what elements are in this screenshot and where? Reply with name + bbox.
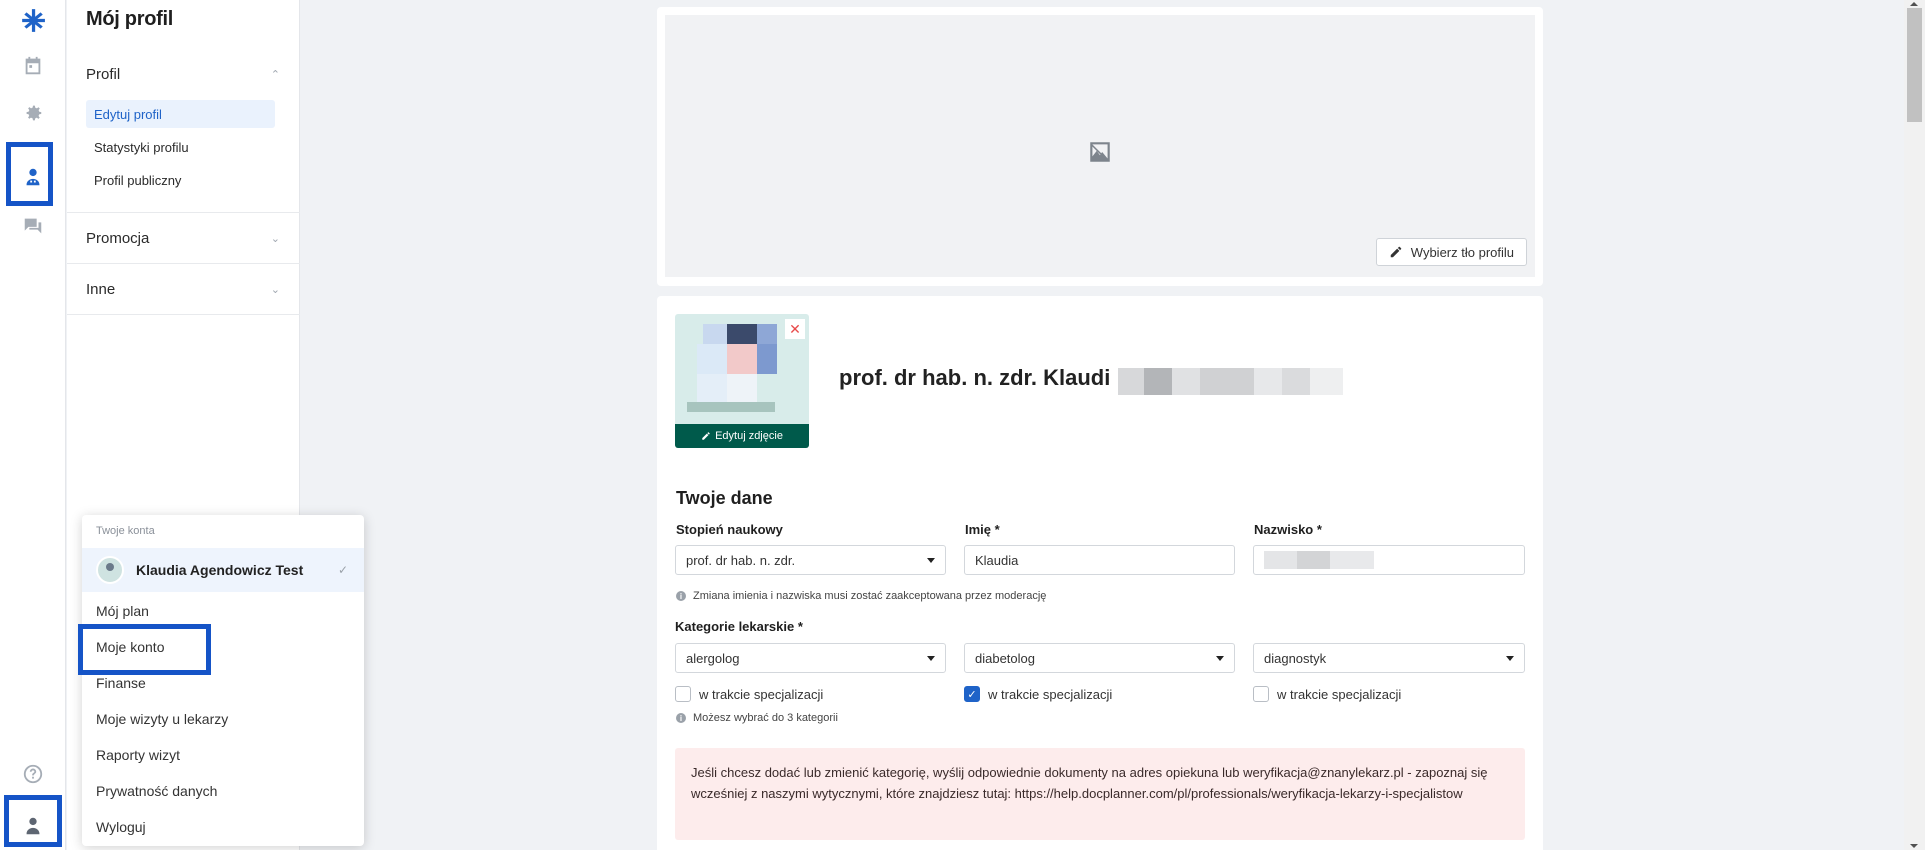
menu-item-my-plan[interactable]: Mój plan [96,603,149,619]
last-name-field[interactable] [1253,545,1525,575]
degree-select[interactable]: prof. dr hab. n. zdr. [675,545,946,575]
section-inne[interactable]: Inne ⌄ [67,264,300,314]
caret-down-icon [927,656,935,661]
section-label: Promocja [86,229,150,247]
select-value: alergolog [686,650,740,666]
vertical-scrollbar[interactable] [1904,0,1925,850]
highlight-frame [4,795,62,847]
menu-item-my-visits[interactable]: Moje wizyty u lekarzy [96,711,228,727]
check-icon: ✓ [337,563,348,577]
info-icon: i [676,713,686,723]
chevron-down-icon: ⌄ [270,232,280,245]
blurred-value [1264,551,1374,569]
edit-photo-button[interactable]: Edytuj zdjęcie [675,424,809,448]
remove-photo-icon[interactable]: ✕ [785,319,805,339]
section-title: Twoje dane [676,488,773,508]
chat-icon[interactable] [13,206,53,246]
hint-text: Możesz wybrać do 3 kategorii [693,712,838,724]
gear-icon[interactable] [13,93,53,133]
calendar-icon[interactable] [13,46,53,86]
divider [67,314,300,315]
highlight-frame [78,624,211,675]
categories-label: Kategorie lekarskie * [675,619,803,634]
caret-down-icon [927,558,935,563]
pencil-icon [1390,246,1402,258]
hint-text: Zmiana imienia i nazwiska musi zostać za… [693,590,1047,602]
highlight-frame [6,142,53,206]
checkbox-label: w trakcie specjalizacji [1277,686,1402,702]
button-label: Edytuj zdjęcie [715,430,783,442]
select-value: diagnostyk [1264,650,1327,666]
sidebar-item-edit-profile[interactable]: Edytuj profil [86,100,275,128]
categories-hint: i Możesz wybrać do 3 kategorii [676,712,838,724]
menu-item-logout[interactable]: Wyloguj [96,819,146,835]
category-select-2[interactable]: diabetolog [964,643,1235,673]
help-icon[interactable] [13,754,53,794]
avatar[interactable]: ✕ Edytuj zdjęcie [675,314,809,448]
caret-down-icon [1506,656,1514,661]
info-icon: i [676,591,686,601]
menu-item-data-privacy[interactable]: Prywatność danych [96,783,217,799]
account-name: Klaudia Agendowicz Test [136,562,304,578]
first-name-label: Imię * [965,522,1000,537]
category-select-1[interactable]: alergolog [675,643,946,673]
section-label: Profil [86,65,121,83]
checkbox-label: w trakcie specjalizacji [699,686,824,702]
page-title: Mój profil [86,8,173,30]
chevron-down-icon: ⌄ [270,283,280,296]
logo-icon[interactable] [13,0,53,40]
section-promocja[interactable]: Promocja ⌄ [67,213,300,263]
scroll-down-icon[interactable] [1910,844,1918,848]
in-training-checkbox-1[interactable]: w trakcie specjalizacji [675,686,823,702]
menu-title: Twoje konta [96,525,155,537]
checkbox[interactable] [1253,686,1269,702]
first-name-field[interactable]: Klaudia [964,545,1235,575]
chevron-up-icon: ⌃ [270,68,280,81]
caret-down-icon [1216,656,1224,661]
checkbox[interactable] [675,686,691,702]
account-menu: Twoje konta Klaudia Agendowicz Test ✓ Mó… [82,515,364,846]
scrollbar-thumb[interactable] [1907,8,1922,122]
icon-rail [0,0,66,850]
category-select-3[interactable]: diagnostyk [1253,643,1525,673]
section-label: Inne [86,280,116,298]
last-name-label: Nazwisko * [1254,522,1322,537]
pencil-icon [702,432,710,440]
scroll-up-icon[interactable] [1910,2,1918,6]
account-item[interactable]: Klaudia Agendowicz Test ✓ [82,548,364,592]
section-profil[interactable]: Profil ⌃ [67,49,300,99]
doctor-name: prof. dr hab. n. zdr. Klaudi [839,365,1111,390]
sidebar-item-profile-stats[interactable]: Statystyki profilu [86,133,275,161]
menu-item-visit-reports[interactable]: Raporty wizyt [96,747,180,763]
degree-label: Stopień naukowy [676,522,783,537]
choose-background-button[interactable]: Wybierz tło profilu [1375,238,1527,266]
in-training-checkbox-2[interactable]: ✓ w trakcie specjalizacji [964,686,1112,702]
profile-card: ✕ Edytuj zdjęcie prof. dr hab. n. zdr. K… [657,296,1543,850]
name-hint: i Zmiana imienia i nazwiska musi zostać … [676,590,1046,602]
banner-card: Wybierz tło profilu [657,7,1543,286]
in-training-checkbox-3[interactable]: w trakcie specjalizacji [1253,686,1401,702]
category-alert: Jeśli chcesz dodać lub zmienić kategorię… [675,748,1525,840]
sidebar-item-public-profile[interactable]: Profil publiczny [86,166,275,194]
no-image-icon [1090,142,1110,162]
checkbox-label: w trakcie specjalizacji [988,686,1113,702]
button-label: Wybierz tło profilu [1410,244,1514,260]
menu-item-finances[interactable]: Finanse [96,675,146,691]
select-value: prof. dr hab. n. zdr. [686,552,796,568]
input-value: Klaudia [975,552,1019,568]
checkbox-checked[interactable]: ✓ [964,686,980,702]
avatar [96,556,124,584]
select-value: diabetolog [975,650,1035,666]
